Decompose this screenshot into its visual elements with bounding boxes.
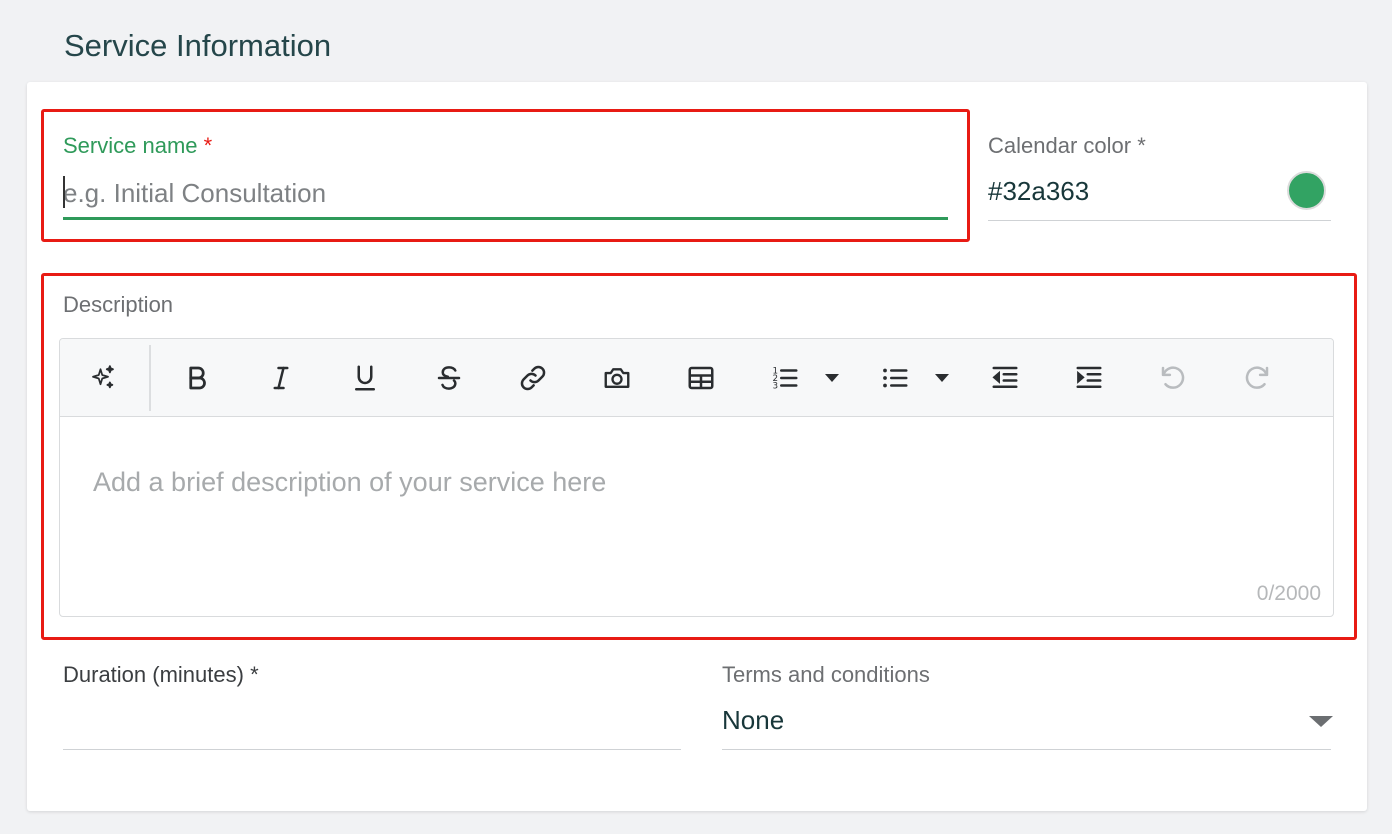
underline-icon (355, 365, 375, 391)
bullet-list-dropdown[interactable] (931, 358, 953, 398)
chevron-down-icon (935, 374, 949, 382)
ordered-list-icon: 1 2 3 (773, 367, 798, 392)
calendar-color-underline (988, 220, 1331, 221)
duration-label: Duration (minutes) * (63, 662, 259, 687)
redo-icon (1245, 366, 1269, 389)
chevron-down-icon (825, 374, 839, 382)
required-asterisk: * (203, 133, 213, 158)
link-icon (520, 365, 546, 391)
indent-icon (1076, 366, 1102, 388)
service-name-underline (63, 217, 948, 220)
terms-label: Terms and conditions (722, 662, 930, 687)
insert-table-button[interactable] (681, 358, 721, 398)
link-button[interactable] (513, 358, 553, 398)
ordered-list-button[interactable]: 1 2 3 (765, 358, 805, 398)
duration-underline (63, 749, 681, 750)
duration-input[interactable] (63, 705, 678, 741)
svg-text:3: 3 (773, 382, 779, 392)
italic-icon (273, 366, 289, 390)
table-icon (688, 366, 714, 390)
service-name-label: Service name * (63, 133, 212, 159)
ordered-list-dropdown[interactable] (821, 358, 843, 398)
outdent-icon (992, 366, 1018, 388)
terms-select[interactable]: None (722, 705, 784, 736)
redo-button[interactable] (1237, 358, 1277, 398)
insert-image-button[interactable] (597, 358, 637, 398)
section-title: Service Information (64, 28, 332, 63)
character-count: 0/2000 (1256, 582, 1321, 605)
description-placeholder[interactable]: Add a brief description of your service … (93, 467, 606, 498)
underline-button[interactable] (345, 358, 385, 398)
color-swatch-button[interactable] (1287, 171, 1326, 210)
dropdown-arrow-icon[interactable] (1309, 716, 1333, 727)
bullet-list-button[interactable] (875, 358, 915, 398)
outdent-button[interactable] (985, 358, 1025, 398)
undo-button[interactable] (1153, 358, 1193, 398)
bold-icon (189, 366, 206, 390)
bullet-list-icon (883, 368, 908, 388)
service-name-input[interactable] (63, 175, 943, 211)
description-editor: 1 2 3 Add a brief description of your se… (59, 338, 1334, 617)
sparkles-icon (92, 365, 114, 389)
toolbar-separator (149, 345, 151, 411)
editor-toolbar: 1 2 3 (60, 339, 1333, 417)
calendar-color-label: Calendar color * (988, 133, 1146, 158)
text-caret (63, 176, 65, 208)
undo-icon (1161, 366, 1185, 389)
service-name-label-text: Service name (63, 133, 198, 158)
strikethrough-icon (437, 366, 461, 390)
ai-assist-button[interactable] (83, 358, 123, 398)
camera-icon (604, 368, 630, 388)
bold-button[interactable] (177, 358, 217, 398)
italic-button[interactable] (261, 358, 301, 398)
strikethrough-button[interactable] (429, 358, 469, 398)
description-label: Description (63, 292, 174, 317)
calendar-color-value[interactable]: #32a363 (988, 176, 1089, 207)
indent-button[interactable] (1069, 358, 1109, 398)
terms-underline (722, 749, 1331, 750)
